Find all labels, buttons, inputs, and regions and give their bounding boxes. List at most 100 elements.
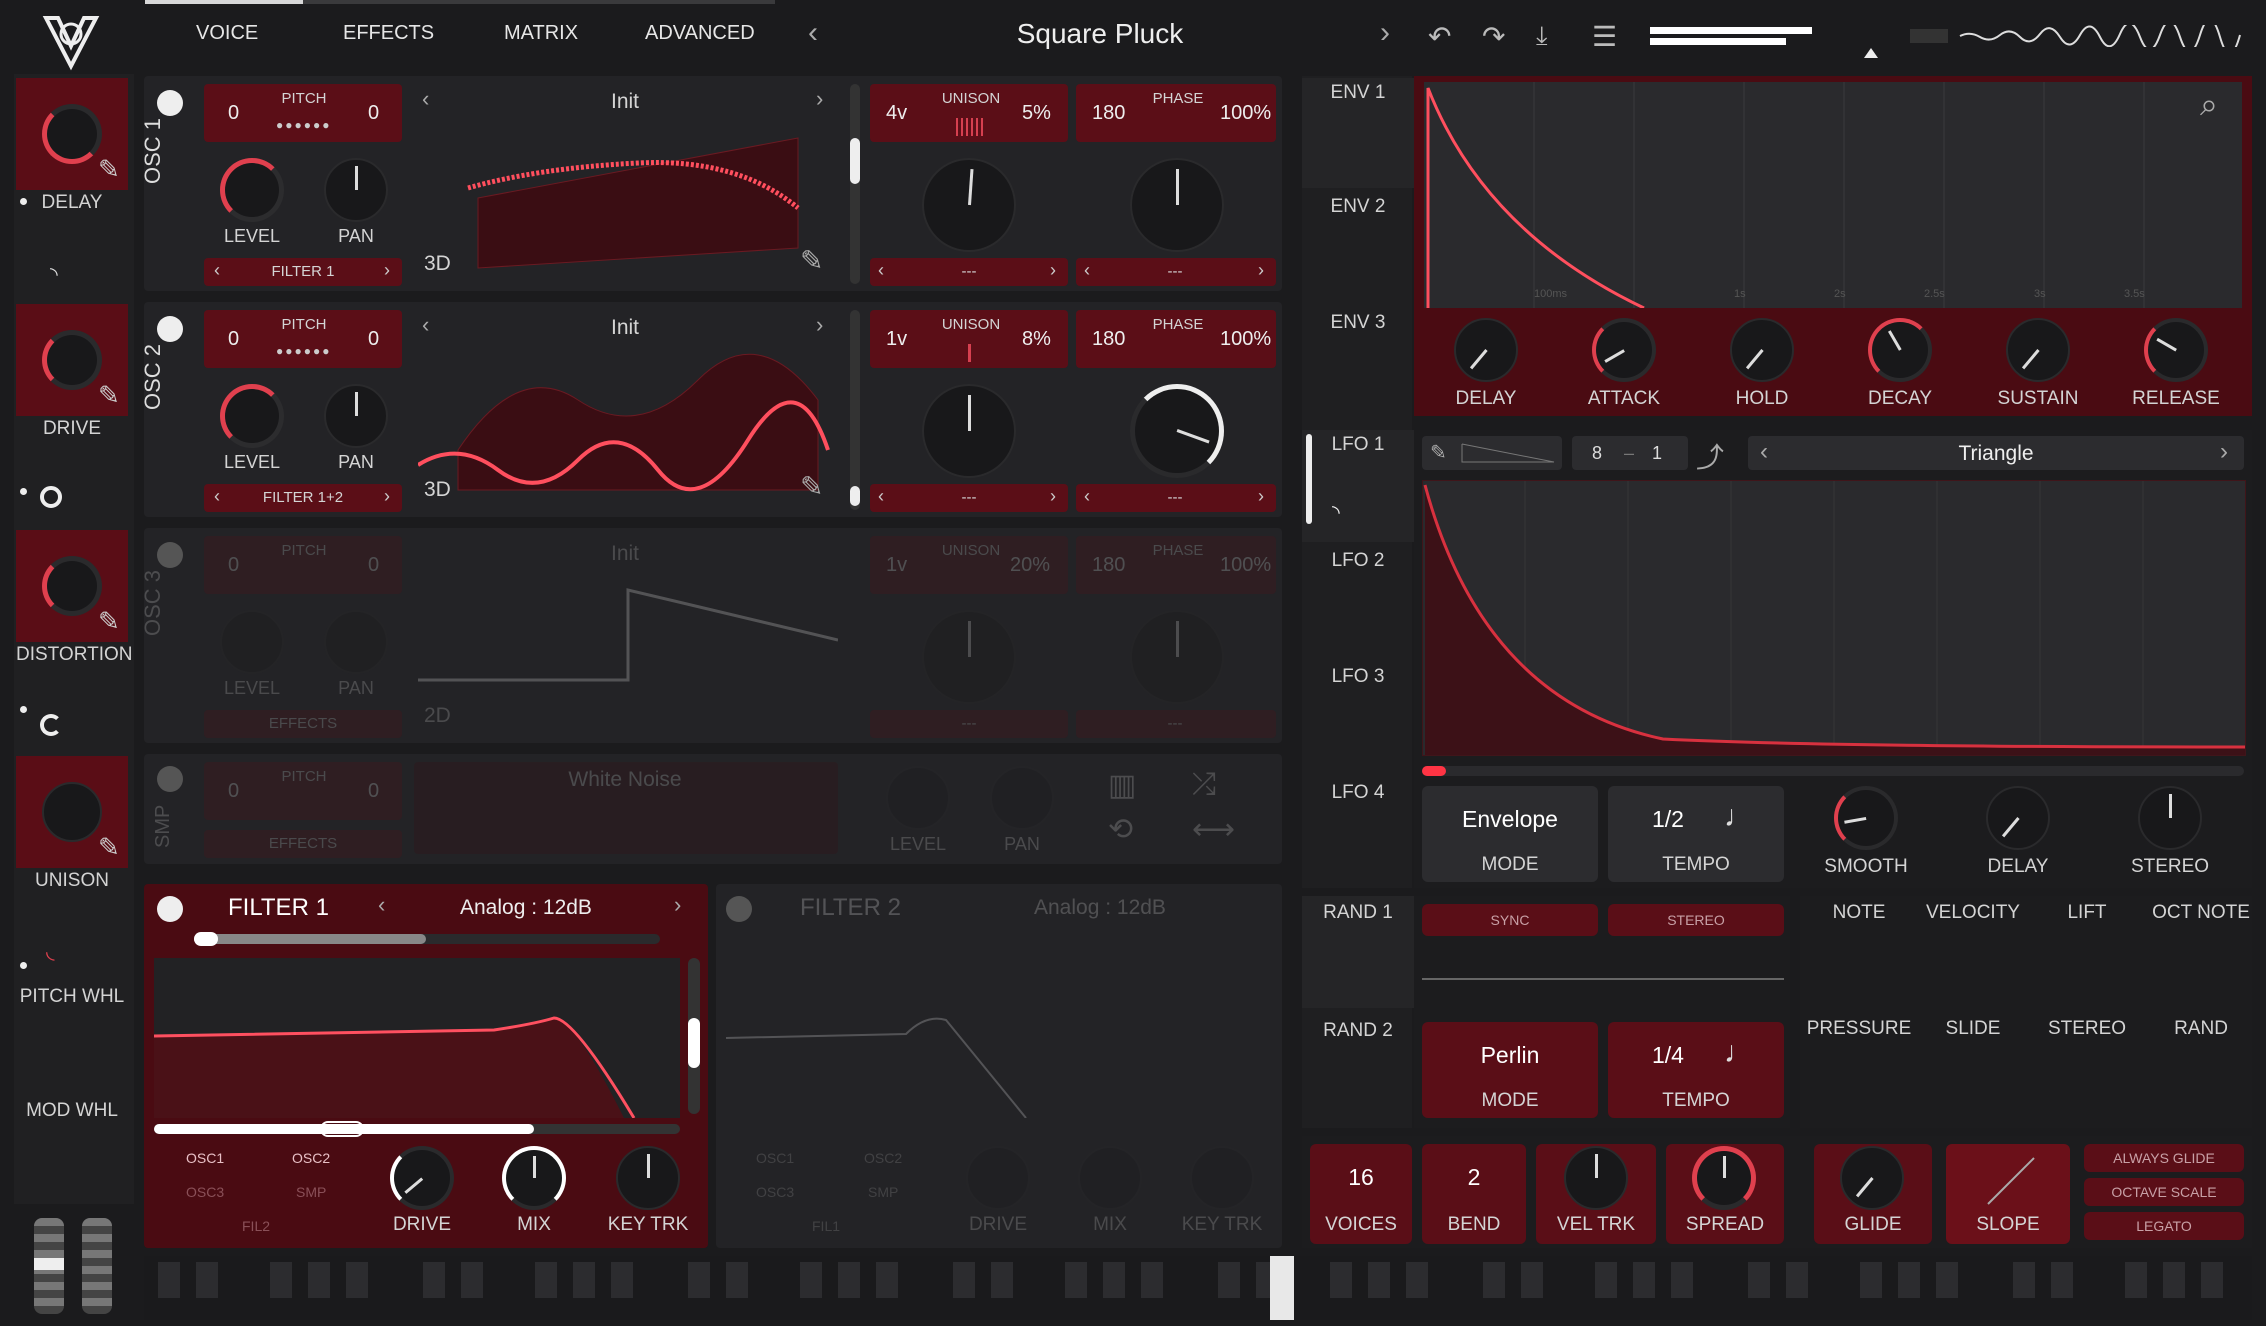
macro-mod-icon[interactable]: ◟	[46, 938, 55, 964]
macro-mod-icon[interactable]	[40, 486, 62, 508]
filter1-drive-knob[interactable]	[390, 1146, 454, 1210]
osc3-pan-knob[interactable]	[324, 610, 388, 674]
filter1-src-osc2[interactable]: OSC2	[292, 1150, 330, 1166]
macro-distortion[interactable]: ✎	[16, 530, 128, 642]
osc3-view-mode[interactable]: 2D	[424, 704, 451, 728]
env-attack-knob[interactable]	[1592, 318, 1656, 382]
filter2-model[interactable]: Analog : 12dB	[1034, 896, 1166, 920]
macro-mod-icon[interactable]	[40, 714, 62, 736]
tab-matrix[interactable]: MATRIX	[504, 22, 578, 45]
lfo-grid-setting[interactable]: 8 – 1	[1572, 436, 1688, 470]
filter1-cutoff-slider[interactable]	[154, 1121, 680, 1137]
osc1-wavetable-display[interactable]	[418, 118, 838, 278]
osc3-unison-detune-knob[interactable]	[922, 610, 1016, 704]
osc3-level-knob[interactable]	[220, 610, 284, 674]
rand-tempo-button[interactable]: 1/4 ♩ TEMPO	[1608, 1022, 1784, 1118]
filter1-keytrack-knob[interactable]	[616, 1146, 680, 1210]
preset-name[interactable]: Square Pluck	[960, 18, 1240, 50]
osc1-wave-name[interactable]: Init	[560, 90, 690, 114]
lfo-shape-selector[interactable]: ‹ Triangle ›	[1748, 436, 2244, 470]
osc1-unison[interactable]: 4v UNISON 5%	[870, 84, 1068, 142]
osc2-scroll[interactable]	[850, 310, 860, 510]
filter2-response-display[interactable]	[725, 958, 1252, 1119]
zoom-icon[interactable]: ⌕	[2200, 86, 2218, 124]
lfo-display[interactable]	[1422, 480, 2246, 756]
osc2-level-knob[interactable]	[220, 384, 284, 448]
filter2-keytrack-knob[interactable]	[1190, 1146, 1254, 1210]
osc1-wave-next-icon[interactable]: ›	[816, 86, 823, 112]
lfo-tab-3[interactable]: LFO 3	[1302, 666, 1414, 688]
filter1-src-osc1[interactable]: OSC1	[186, 1150, 224, 1166]
octave-scale-button[interactable]: OCTAVE SCALE	[2084, 1178, 2244, 1206]
tab-voice[interactable]: VOICE	[196, 22, 258, 45]
osc2-pitch[interactable]: 0 PITCH ●●●●●● 0	[204, 310, 402, 368]
source-rand[interactable]: RAND	[2146, 1018, 2256, 1040]
lfo-delay-knob[interactable]	[1986, 786, 2050, 850]
osc1-phase-knob[interactable]	[1130, 158, 1224, 252]
osc3-wavetable-display[interactable]	[418, 580, 839, 690]
smp-pitch[interactable]: 0 PITCH 0	[204, 762, 402, 820]
env-release-knob[interactable]	[2144, 318, 2208, 382]
osc1-phase[interactable]: 180 PHASE 100%	[1076, 84, 1276, 142]
tab-advanced[interactable]: ADVANCED	[645, 22, 755, 45]
voices-button[interactable]: 16 VOICES	[1310, 1144, 1412, 1244]
volume-meter[interactable]	[1650, 27, 1812, 47]
osc1-unison-mode[interactable]: ‹ --- ›	[870, 258, 1068, 286]
osc3-pitch[interactable]: 0 PITCH 0	[204, 536, 402, 594]
filter2-src-osc3[interactable]: OSC3	[756, 1184, 794, 1200]
always-glide-button[interactable]: ALWAYS GLIDE	[2084, 1144, 2244, 1172]
rand-tab-2[interactable]: RAND 2	[1302, 1020, 1414, 1042]
keytrack-icon[interactable]: ▥	[1108, 768, 1136, 803]
pitch-wheel[interactable]	[34, 1218, 64, 1314]
lfo-tab-2[interactable]: LFO 2	[1302, 550, 1414, 572]
source-pressure[interactable]: PRESSURE	[1804, 1018, 1914, 1040]
edit-icon[interactable]: ✎	[98, 832, 120, 863]
osc1-destination[interactable]: ‹ FILTER 1 ›	[204, 258, 402, 286]
osc2-wave-prev-icon[interactable]: ‹	[422, 312, 429, 338]
osc3-wave-name[interactable]: Init	[560, 542, 690, 566]
osc2-wave-next-icon[interactable]: ›	[816, 312, 823, 338]
source-velocity[interactable]: VELOCITY	[1918, 902, 2028, 924]
osc3-unison[interactable]: 1v UNISON 20%	[870, 536, 1068, 594]
osc2-unison[interactable]: 1v UNISON 8%	[870, 310, 1068, 368]
rand-stereo-button[interactable]: STEREO	[1608, 904, 1784, 936]
lfo-tempo-button[interactable]: 1/2 ♩ TEMPO	[1608, 786, 1784, 882]
smp-sample-name[interactable]: White Noise	[540, 768, 710, 792]
filter1-src-smp[interactable]: SMP	[296, 1184, 326, 1200]
redo-icon[interactable]: ↷	[1482, 20, 1505, 53]
osc3-unison-mode[interactable]: ---	[870, 710, 1068, 738]
lfo-mode-button[interactable]: Envelope MODE	[1422, 786, 1598, 882]
random-phase-icon[interactable]: ⤮	[1192, 768, 1216, 802]
env-tab-1[interactable]: ENV 1	[1302, 78, 1414, 188]
source-oct-note[interactable]: OCT NOTE	[2146, 902, 2256, 924]
lfo-phase-bar[interactable]	[1422, 766, 2244, 776]
osc3-destination[interactable]: EFFECTS	[204, 710, 402, 738]
volume-pointer-icon[interactable]	[1864, 48, 1878, 58]
macro-unison[interactable]: ✎	[16, 756, 128, 868]
osc2-pan-knob[interactable]	[324, 384, 388, 448]
lfo-smooth-knob[interactable]	[1834, 786, 1898, 850]
edit-icon[interactable]: ✎	[98, 154, 120, 185]
envelope-display[interactable]: 100ms 1s 2s 2.5s 3s 3.5s	[1424, 82, 2242, 310]
filter2-src-osc2[interactable]: OSC2	[864, 1150, 902, 1166]
save-icon[interactable]: ⤓	[1536, 20, 1548, 52]
lfo-paint-tool[interactable]: ✎	[1422, 436, 1562, 470]
osc2-unison-detune-knob[interactable]	[922, 384, 1016, 478]
filter1-src-fil2[interactable]: FIL2	[242, 1218, 270, 1234]
source-note[interactable]: NOTE	[1804, 902, 1914, 924]
edit-icon[interactable]: ✎	[98, 380, 120, 411]
filter1-model-prev-icon[interactable]: ‹	[378, 892, 385, 918]
edit-icon[interactable]: ✎	[98, 606, 120, 637]
smp-pan-knob[interactable]	[990, 766, 1054, 830]
note-icon[interactable]: ♩	[1724, 1036, 1754, 1070]
preset-prev-icon[interactable]: ‹	[808, 16, 818, 50]
source-stereo[interactable]: STEREO	[2032, 1018, 2142, 1040]
smp-destination[interactable]: EFFECTS	[204, 830, 402, 858]
filter2-drive-knob[interactable]	[966, 1146, 1030, 1210]
filter1-model-next-icon[interactable]: ›	[674, 892, 681, 918]
filter1-toggle[interactable]	[157, 896, 183, 922]
osc2-wave-name[interactable]: Init	[560, 316, 690, 340]
menu-icon[interactable]: ☰	[1592, 20, 1617, 53]
filter2-mix-knob[interactable]	[1078, 1146, 1142, 1210]
osc2-edit-icon[interactable]: ✎	[800, 470, 823, 503]
